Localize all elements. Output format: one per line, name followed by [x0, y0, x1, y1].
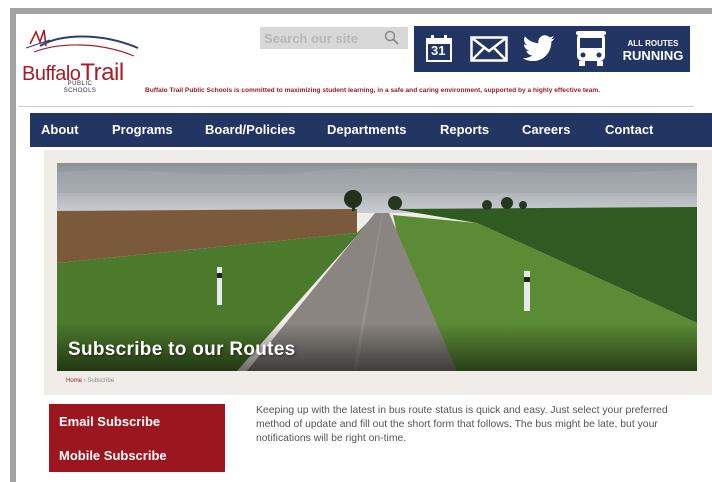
nav-item-contact[interactable]: Contact	[605, 122, 653, 137]
breadcrumb-separator: ›	[83, 378, 86, 384]
calendar-icon[interactable]: 31	[424, 34, 454, 69]
header-icon-bar: 31 ALL ROUTES RUNNING	[414, 26, 690, 72]
nav-item-about[interactable]: About	[41, 122, 79, 137]
email-subscribe-link[interactable]: Email Subscribe	[59, 414, 160, 429]
twitter-icon[interactable]	[522, 34, 556, 69]
nav-item-departments[interactable]: Departments	[327, 122, 406, 137]
logo-sub-line1: PUBLIC	[67, 81, 93, 87]
mission-statement: Buffalo Trail Public Schools is committe…	[145, 87, 601, 94]
search-icon[interactable]	[384, 30, 400, 46]
nav-item-programs[interactable]: Programs	[112, 122, 173, 137]
logo-subtitle: PUBLIC SCHOOLS	[58, 81, 102, 95]
mail-icon[interactable]	[470, 36, 508, 67]
mobile-subscribe-link[interactable]: Mobile Subscribe	[59, 448, 167, 463]
breadcrumb-home[interactable]: Home	[66, 378, 82, 384]
nav-item-careers[interactable]: Careers	[522, 122, 570, 137]
subscribe-description: Keeping up with the latest in bus route …	[256, 405, 668, 444]
logo-sub-line2: SCHOOLS	[63, 88, 97, 94]
breadcrumb: Home › Subscribe	[66, 378, 114, 384]
breadcrumb-current: Subscribe	[87, 378, 115, 384]
nav-item-reports[interactable]: Reports	[440, 122, 489, 137]
search-input[interactable]	[260, 27, 380, 49]
school-bus-icon[interactable]	[574, 30, 608, 73]
header-divider	[18, 106, 694, 107]
main-nav: About Programs Board/Policies Department…	[30, 113, 712, 147]
hero-title: Subscribe to our Routes	[68, 339, 296, 360]
search-box	[260, 27, 408, 49]
routes-status-line2: RUNNING	[622, 48, 684, 63]
routes-status[interactable]: ALL ROUTES RUNNING	[622, 38, 684, 62]
calendar-day: 31	[431, 43, 446, 58]
nav-item-board-policies[interactable]: Board/Policies	[205, 122, 295, 137]
subscribe-options: Email Subscribe Mobile Subscribe	[49, 404, 225, 472]
